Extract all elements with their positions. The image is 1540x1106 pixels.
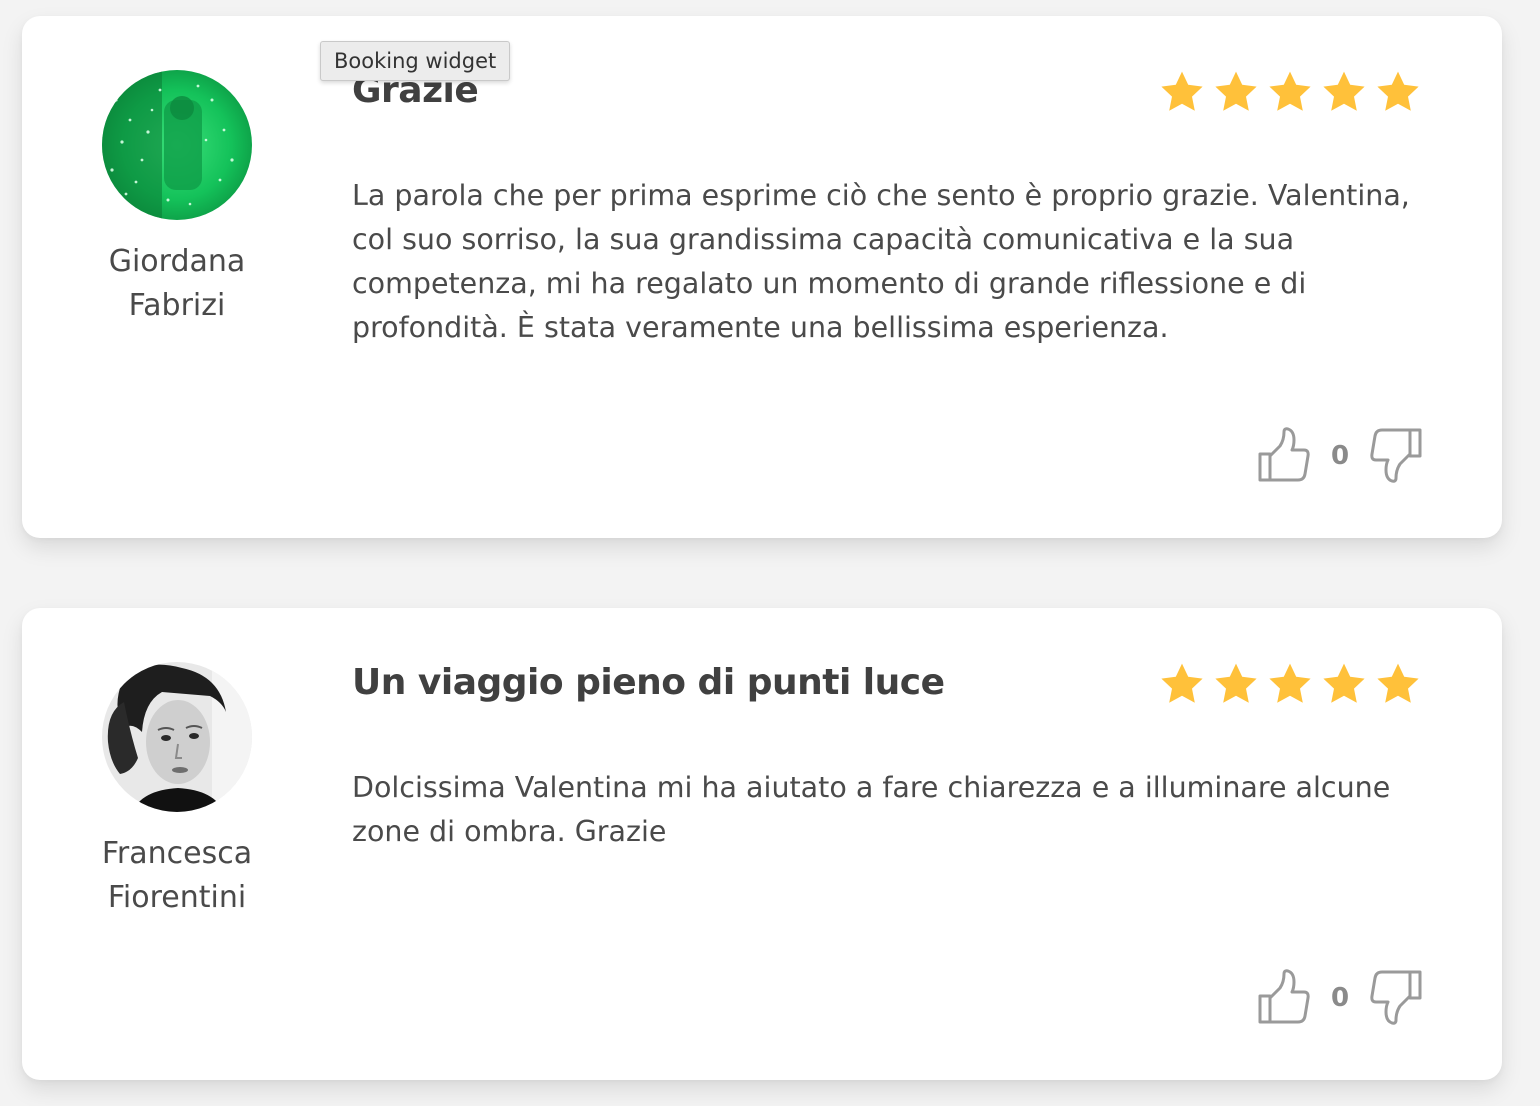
star-icon xyxy=(1161,663,1203,703)
review-card: Giordana Fabrizi Grazie La parola che pe… xyxy=(22,16,1502,538)
reviewer-last-name: Fiorentini xyxy=(107,880,247,915)
star-icon xyxy=(1377,71,1419,111)
review-text: Dolcissima Valentina mi ha aiutato a far… xyxy=(352,771,1391,848)
reviewer-first-name: Francesca xyxy=(101,836,253,871)
vote-controls: 0 xyxy=(1256,968,1424,1028)
star-icon xyxy=(1269,663,1311,703)
vote-controls: 0 xyxy=(1256,426,1424,486)
star-icon xyxy=(1377,663,1419,703)
star-icon xyxy=(1269,71,1311,111)
star-icon xyxy=(1323,663,1365,703)
vote-count: 0 xyxy=(1330,983,1350,1013)
reviews-page: Giordana Fabrizi Grazie La parola che pe… xyxy=(0,0,1540,1106)
star-rating xyxy=(1158,68,1422,116)
reviewer-last-name: Fabrizi xyxy=(128,288,226,323)
avatar xyxy=(102,70,252,220)
reviewer-name: Giordana Fabrizi xyxy=(88,240,266,328)
star-icon xyxy=(1215,71,1257,111)
reviewer-first-name: Giordana xyxy=(108,244,246,279)
review-card: Francesca Fiorentini Un viaggio pieno di… xyxy=(22,608,1502,1080)
review-title: Un viaggio pieno di punti luce xyxy=(352,662,945,703)
thumbs-down-icon[interactable] xyxy=(1368,426,1424,486)
avatar xyxy=(102,662,252,812)
star-icon xyxy=(1161,71,1203,111)
thumbs-up-icon[interactable] xyxy=(1256,968,1312,1028)
vote-count: 0 xyxy=(1330,441,1350,471)
star-icon xyxy=(1323,71,1365,111)
tooltip: Booking widget xyxy=(320,41,511,81)
review-text: La parola che per prima esprime ciò che … xyxy=(352,179,1410,344)
star-icon xyxy=(1215,663,1257,703)
star-rating xyxy=(1158,660,1422,708)
reviewer-name: Francesca Fiorentini xyxy=(88,832,266,920)
thumbs-down-icon[interactable] xyxy=(1368,968,1424,1028)
thumbs-up-icon[interactable] xyxy=(1256,426,1312,486)
